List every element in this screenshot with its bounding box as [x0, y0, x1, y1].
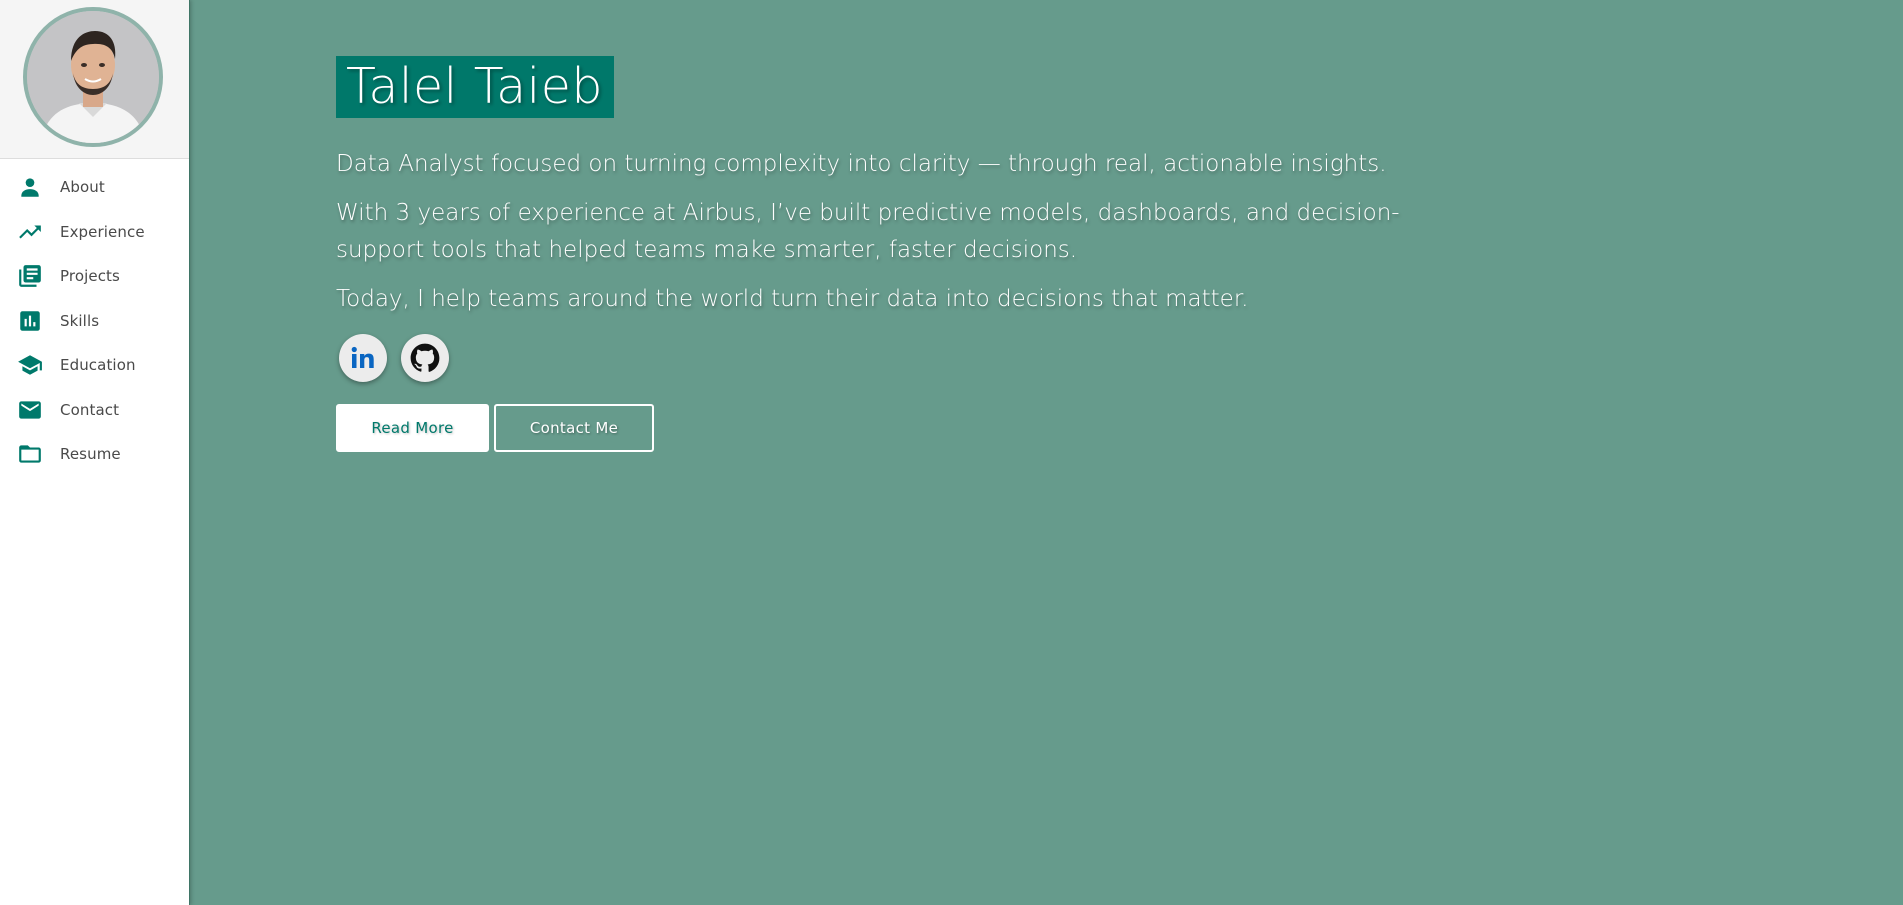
- sidebar-item-about[interactable]: About: [0, 165, 189, 210]
- trending-up-icon: [17, 219, 43, 245]
- sidebar-item-skills[interactable]: Skills: [0, 299, 189, 344]
- sidebar: About Experience Projects Skills Educati…: [0, 0, 190, 905]
- linkedin-icon: [351, 346, 374, 368]
- contact-me-button[interactable]: Contact Me: [494, 404, 654, 452]
- avatar: [23, 7, 163, 147]
- profile-header: [0, 0, 189, 159]
- sidebar-item-label: Skills: [60, 311, 100, 330]
- hero-tagline: Data Analyst focused on turning complexi…: [336, 151, 1387, 177]
- github-link[interactable]: [401, 334, 449, 382]
- sidebar-item-label: Education: [60, 356, 136, 375]
- folder-icon: [17, 441, 43, 467]
- library-books-icon: [17, 263, 43, 289]
- sidebar-item-label: Projects: [60, 267, 120, 286]
- hero-actions: Read More Contact Me: [336, 404, 1436, 452]
- avatar-portrait: [27, 11, 159, 143]
- mail-icon: [17, 397, 43, 423]
- linkedin-link[interactable]: [339, 334, 387, 382]
- read-more-button[interactable]: Read More: [336, 404, 489, 452]
- person-icon: [17, 174, 43, 200]
- bar-chart-icon: [17, 308, 43, 334]
- sidebar-item-projects[interactable]: Projects: [0, 254, 189, 299]
- sidebar-nav: About Experience Projects Skills Educati…: [0, 165, 189, 477]
- hero-section: Talel Taieb Data Analyst focused on turn…: [336, 56, 1436, 452]
- sidebar-item-contact[interactable]: Contact: [0, 388, 189, 433]
- hero-experience: With 3 years of experience at Airbus, I’…: [336, 200, 1400, 263]
- sidebar-item-experience[interactable]: Experience: [0, 210, 189, 255]
- sidebar-item-label: Contact: [60, 400, 120, 419]
- sidebar-item-education[interactable]: Education: [0, 343, 189, 388]
- social-links: [339, 334, 1436, 382]
- page-title: Talel Taieb: [336, 56, 615, 118]
- hero-today: Today, I help teams around the world tur…: [336, 286, 1249, 312]
- sidebar-item-label: Resume: [60, 445, 121, 464]
- school-icon: [17, 352, 43, 378]
- sidebar-item-label: Experience: [60, 222, 145, 241]
- github-icon: [410, 343, 440, 372]
- sidebar-item-label: About: [60, 178, 105, 197]
- sidebar-item-resume[interactable]: Resume: [0, 432, 189, 477]
